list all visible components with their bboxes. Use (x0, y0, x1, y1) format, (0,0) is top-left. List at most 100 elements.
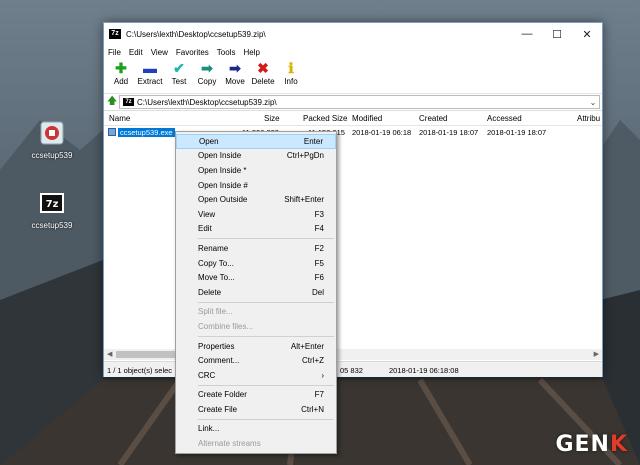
desktop-icon-label: ccsetup539 (31, 221, 73, 230)
menu-item-shortcut: Del (311, 287, 324, 297)
menu-item-view[interactable]: View F3 (176, 207, 336, 222)
menu-separator (198, 238, 334, 240)
menu-item-open-inside[interactable]: Open Inside # (176, 178, 336, 193)
menu-item-shortcut: Ctrl+PgDn (286, 151, 324, 161)
column-created[interactable]: Created (419, 114, 447, 123)
menu-item-label: CRC (198, 370, 216, 380)
menu-separator (198, 384, 334, 386)
menu-item-shortcut: Shift+Enter (284, 195, 324, 205)
menu-item-rename[interactable]: Rename F2 (176, 241, 336, 256)
add-label: Add (113, 77, 129, 86)
menu-file[interactable]: File (108, 48, 121, 57)
menu-item-open[interactable]: Open Enter (176, 134, 336, 149)
address-bar: 🡅 7z C:\Users\lexth\Desktop\ccsetup539.z… (104, 94, 602, 111)
info-label: Info (284, 77, 298, 86)
test-button[interactable]: ✔ Test (165, 60, 193, 86)
file-name: ccsetup539.exe (118, 128, 175, 137)
minimize-button[interactable]: — (512, 23, 542, 45)
menu-item-label: Copy To... (198, 258, 234, 268)
menu-item-label: View (198, 209, 216, 219)
extract-button[interactable]: ▬ Extract (135, 60, 165, 86)
menu-item-shortcut: F3 (314, 209, 324, 219)
up-folder-icon[interactable]: 🡅 (107, 94, 119, 111)
menu-item-open-inside[interactable]: Open Inside Ctrl+PgDn (176, 149, 336, 164)
column-attributes[interactable]: Attribu (577, 114, 600, 123)
scrollbar-thumb[interactable] (116, 351, 176, 358)
menu-item-shortcut: F4 (314, 224, 324, 234)
add-button[interactable]: ✚ Add (107, 60, 135, 86)
close-button[interactable]: ✕ (572, 23, 602, 45)
desktop-icon-ccsetup-archive[interactable]: 7z ccsetup539 (22, 188, 82, 230)
menu-item-label: Delete (198, 287, 222, 297)
scroll-right-icon[interactable]: ▶ (594, 350, 599, 358)
column-size[interactable]: Size (264, 114, 280, 123)
plus-icon: ✚ (115, 60, 127, 76)
status-selection: 1 / 1 object(s) selec (107, 366, 173, 375)
menu-item-label: Comment... (198, 356, 240, 366)
menu-item-create-file[interactable]: Create File Ctrl+N (176, 402, 336, 417)
move-label: Move (225, 77, 245, 86)
menu-item-delete[interactable]: Delete Del (176, 285, 336, 300)
menu-item-label: Rename (198, 243, 229, 253)
maximize-button[interactable]: ☐ (542, 23, 572, 45)
file-created: 2018-01-19 18:07 (419, 128, 479, 137)
info-icon: ℹ (288, 60, 294, 76)
menu-item-label: Open (199, 136, 219, 146)
installer-icon (37, 118, 67, 148)
info-button[interactable]: ℹ Info (277, 60, 305, 86)
column-name[interactable]: Name (109, 114, 130, 123)
sevenzip-archive-icon: 7z (37, 188, 67, 218)
menu-item-label: Move To... (198, 273, 235, 283)
title-bar[interactable]: 7z C:\Users\lexth\Desktop\ccsetup539.zip… (104, 23, 602, 45)
menu-item-copy-to[interactable]: Copy To... F5 (176, 256, 336, 271)
menu-item-label: Alternate streams (198, 439, 261, 449)
chevron-right-icon: › (321, 370, 324, 380)
copy-arrow-icon: ➡ (201, 60, 213, 76)
menu-item-combine-files: Combine files... (176, 319, 336, 334)
menu-edit[interactable]: Edit (129, 48, 143, 57)
column-modified[interactable]: Modified (352, 114, 382, 123)
menu-favorites[interactable]: Favorites (176, 48, 209, 57)
menu-item-crc[interactable]: CRC › (176, 368, 336, 383)
file-accessed: 2018-01-19 18:07 (487, 128, 547, 137)
menu-tools[interactable]: Tools (217, 48, 236, 57)
test-label: Test (171, 77, 187, 86)
menu-item-shortcut: F7 (314, 390, 324, 400)
address-input[interactable]: 7z C:\Users\lexth\Desktop\ccsetup539.zip… (119, 95, 600, 109)
menu-help[interactable]: Help (243, 48, 259, 57)
menu-item-label: Open Outside (198, 195, 248, 205)
column-packed-size[interactable]: Packed Size (303, 114, 347, 123)
scroll-left-icon[interactable]: ◀ (107, 350, 112, 358)
status-size: 05 832 (340, 366, 363, 375)
column-header: Name Size Packed Size Modified Created A… (104, 111, 602, 126)
menu-item-label: Open Inside * (198, 165, 247, 175)
menu-item-comment[interactable]: Comment... Ctrl+Z (176, 353, 336, 368)
menu-separator (198, 335, 334, 337)
menu-item-create-folder[interactable]: Create Folder F7 (176, 388, 336, 403)
menu-item-move-to[interactable]: Move To... F6 (176, 270, 336, 285)
menu-item-shortcut: Enter (303, 136, 323, 146)
watermark-logo: GENK (555, 432, 628, 457)
menu-item-label: Open Inside (198, 151, 242, 161)
menu-item-label: Link... (198, 424, 220, 434)
menu-item-shortcut: Ctrl+N (301, 404, 324, 414)
menu-item-alternate-streams: Alternate streams (176, 436, 336, 451)
copy-label: Copy (197, 77, 217, 86)
menu-item-shortcut: F6 (314, 273, 324, 283)
menu-item-link[interactable]: Link... (176, 422, 336, 437)
delete-button[interactable]: ✖ Delete (249, 60, 277, 86)
file-name-cell[interactable]: ccsetup539.exe (108, 128, 175, 137)
desktop-icon-ccsetup-installer[interactable]: ccsetup539 (22, 118, 82, 160)
desktop-icon-label: ccsetup539 (31, 151, 73, 160)
menu-view[interactable]: View (151, 48, 168, 57)
copy-button[interactable]: ➡ Copy (193, 60, 221, 86)
menu-item-open-inside[interactable]: Open Inside * (176, 163, 336, 178)
menu-item-open-outside[interactable]: Open Outside Shift+Enter (176, 192, 336, 207)
svg-text:7z: 7z (46, 199, 59, 210)
chevron-down-icon[interactable]: ⌄ (587, 98, 599, 107)
menu-item-edit[interactable]: Edit F4 (176, 222, 336, 237)
move-button[interactable]: ➡ Move (221, 60, 249, 86)
menu-item-properties[interactable]: Properties Alt+Enter (176, 339, 336, 354)
menu-item-split-file: Split file... (176, 305, 336, 320)
column-accessed[interactable]: Accessed (487, 114, 522, 123)
